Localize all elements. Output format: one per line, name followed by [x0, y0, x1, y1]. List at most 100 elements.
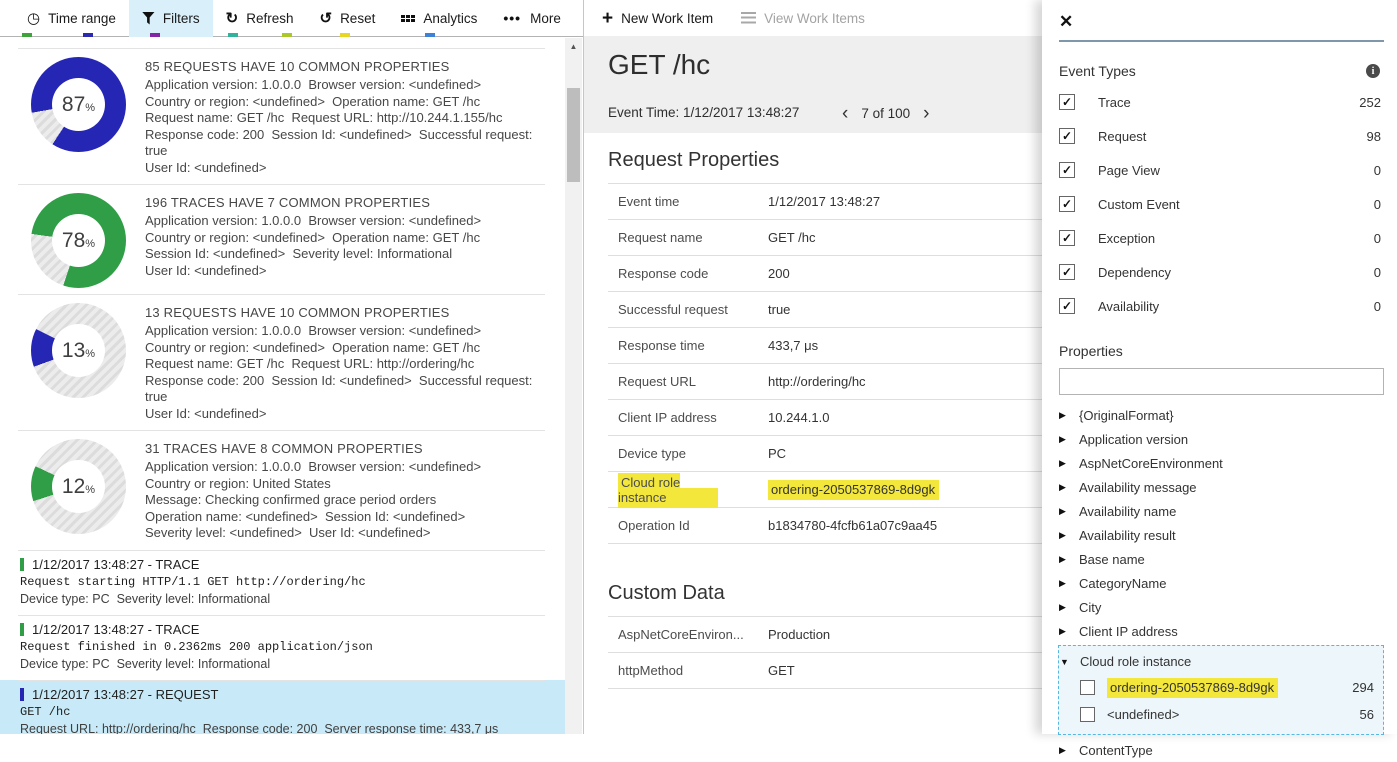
more-button[interactable]: ••• More	[490, 0, 573, 37]
scroll-up-arrow-icon[interactable]: ▲	[565, 38, 582, 55]
filters-label: Filters	[163, 11, 200, 26]
event-type-row-trace[interactable]: ✓ Trace 252	[1059, 85, 1384, 119]
property-label: Cloud role instance	[1080, 654, 1191, 669]
chevron-right-icon: ▶	[1059, 554, 1079, 565]
checkbox[interactable]: ✓	[1059, 230, 1075, 246]
common-properties-group[interactable]: 12% 31 TRACES HAVE 8 COMMON PROPERTIES A…	[0, 430, 565, 550]
property-item[interactable]: ▶ Client IP address	[1059, 619, 1384, 643]
property-label: City	[1079, 600, 1101, 615]
properties-search-input[interactable]	[1059, 368, 1384, 395]
info-icon[interactable]: i	[1366, 64, 1380, 78]
vertical-scrollbar[interactable]: ▲	[565, 38, 582, 734]
property-item[interactable]: ▶ Availability message	[1059, 475, 1384, 499]
checkbox[interactable]: ✓	[1059, 94, 1075, 110]
common-properties-group[interactable]: 87% 85 REQUESTS HAVE 10 COMMON PROPERTIE…	[0, 48, 565, 184]
property-item[interactable]: ▶ {OriginalFormat}	[1059, 403, 1384, 427]
common-properties-group[interactable]: 78% 196 TRACES HAVE 7 COMMON PROPERTIES …	[0, 184, 565, 294]
row-value: Production	[768, 627, 830, 642]
donut-hole: 13%	[52, 324, 105, 377]
scrollbar-thumb[interactable]	[567, 88, 580, 182]
event-type-row-request[interactable]: ✓ Request 98	[1059, 119, 1384, 153]
filter-funnel-icon	[142, 12, 155, 25]
chevron-right-icon: ▶	[1059, 458, 1079, 469]
refresh-button[interactable]: ↻ Refresh	[213, 0, 307, 37]
properties-heading: Properties	[1059, 343, 1384, 359]
analytics-grid-icon	[401, 15, 415, 22]
request-log-entry-selected[interactable]: 1/12/2017 13:48:27 - REQUEST GET /hc Req…	[0, 680, 565, 735]
table-row: Operation Id b1834780-4fcfb61a07c9aa45	[608, 508, 1042, 544]
analytics-button[interactable]: Analytics	[388, 0, 490, 37]
reset-button[interactable]: ↺ Reset	[306, 0, 388, 37]
donut-percent: 87	[62, 93, 85, 116]
row-label: Request URL	[618, 374, 768, 389]
event-type-row-page-view[interactable]: ✓ Page View 0	[1059, 153, 1384, 187]
prev-event-button[interactable]: ‹	[842, 104, 848, 123]
next-event-button[interactable]: ›	[923, 104, 929, 123]
property-item[interactable]: ▶ ContentType	[1059, 738, 1384, 762]
table-row: httpMethod GET	[608, 653, 1042, 689]
time-range-label: Time range	[48, 11, 116, 26]
checkbox[interactable]: ✓	[1059, 128, 1075, 144]
severity-bar	[20, 688, 24, 701]
log-message: Request starting HTTP/1.1 GET http://ord…	[20, 575, 545, 589]
event-type-row-exception[interactable]: ✓ Exception 0	[1059, 221, 1384, 255]
checkbox[interactable]: ✓	[1059, 298, 1075, 314]
group-line: Country or region: <undefined> Operation…	[145, 230, 535, 247]
group-line: Application version: 1.0.0.0 Browser ver…	[145, 213, 535, 230]
row-value: 1/12/2017 13:48:27	[768, 194, 880, 209]
refresh-icon: ↻	[226, 11, 239, 26]
filters-button[interactable]: Filters	[129, 0, 213, 37]
property-item[interactable]: ▶ AspNetCoreEnvironment	[1059, 451, 1384, 475]
group-line: Response code: 200 Session Id: <undefine…	[145, 373, 535, 406]
event-type-row-dependency[interactable]: ✓ Dependency 0	[1059, 255, 1384, 289]
row-value: 10.244.1.0	[768, 410, 829, 425]
property-value-label: <undefined>	[1107, 707, 1360, 722]
legend-tick	[425, 33, 435, 37]
event-type-label: Request	[1098, 129, 1367, 144]
property-group-cloud-role-instance: ▼ Cloud role instance ordering-205053786…	[1058, 645, 1384, 735]
group-line: Request name: GET /hc Request URL: http:…	[145, 356, 535, 373]
property-value-row[interactable]: ordering-2050537869-8d9gk 294	[1060, 674, 1378, 701]
event-type-row-availability[interactable]: ✓ Availability 0	[1059, 289, 1384, 323]
close-icon[interactable]: ✕	[1059, 12, 1073, 31]
checkbox[interactable]: ✓	[1059, 264, 1075, 280]
trace-log-entry[interactable]: 1/12/2017 13:48:27 - TRACE Request finis…	[0, 615, 565, 680]
results-list: 87% 85 REQUESTS HAVE 10 COMMON PROPERTIE…	[0, 38, 565, 734]
property-item-expanded[interactable]: ▼ Cloud role instance	[1060, 649, 1378, 674]
table-row: Response time 433,7 μs	[608, 328, 1042, 364]
detail-header: GET /hc Event Time: 1/12/2017 13:48:27 ‹…	[584, 36, 1042, 133]
checkbox[interactable]: ✓	[1059, 162, 1075, 178]
event-type-count: 0	[1374, 197, 1384, 212]
chevron-right-icon: ▶	[1059, 434, 1079, 445]
property-item[interactable]: ▶ Availability name	[1059, 499, 1384, 523]
group-line: Message: Checking confirmed grace period…	[145, 492, 535, 509]
chevron-right-icon: ▶	[1059, 602, 1079, 613]
chevron-right-icon: ▶	[1059, 410, 1079, 421]
trace-log-entry[interactable]: 1/12/2017 13:48:27 - TRACE Request start…	[0, 550, 565, 615]
severity-bar	[20, 623, 24, 636]
property-item[interactable]: ▶ City	[1059, 595, 1384, 619]
property-item[interactable]: ▶ Base name	[1059, 547, 1384, 571]
group-line: Operation name: <undefined> Session Id: …	[145, 509, 535, 526]
view-work-items-button[interactable]: View Work Items	[741, 11, 865, 26]
property-item[interactable]: ▶ Application version	[1059, 427, 1384, 451]
property-value-row[interactable]: <undefined> 56	[1060, 701, 1378, 728]
legend-tick	[228, 33, 238, 37]
event-time-label: Event Time: 1/12/2017 13:48:27	[608, 105, 799, 120]
group-line: Country or region: <undefined> Operation…	[145, 340, 535, 357]
new-work-item-button[interactable]: + New Work Item	[602, 9, 713, 28]
event-types-heading-row: Event Types i	[1059, 63, 1384, 79]
property-item[interactable]: ▶ Availability result	[1059, 523, 1384, 547]
new-work-item-label: New Work Item	[621, 11, 713, 26]
custom-data-table: AspNetCoreEnviron... Production httpMeth…	[608, 616, 1042, 689]
property-item[interactable]: ▶ CategoryName	[1059, 571, 1384, 595]
checkbox[interactable]: ✓	[1059, 196, 1075, 212]
checkbox[interactable]	[1080, 707, 1095, 722]
common-properties-group[interactable]: 13% 13 REQUESTS HAVE 10 COMMON PROPERTIE…	[0, 294, 565, 430]
event-type-row-custom-event[interactable]: ✓ Custom Event 0	[1059, 187, 1384, 221]
time-range-button[interactable]: ◷ Time range	[14, 0, 129, 37]
search-results-panel: ◷ Time range Filters ↻ Refresh ↺ Reset A…	[0, 0, 583, 734]
checkbox[interactable]	[1080, 680, 1095, 695]
request-properties-heading: Request Properties	[608, 149, 1042, 172]
donut-hole: 78%	[52, 214, 105, 267]
